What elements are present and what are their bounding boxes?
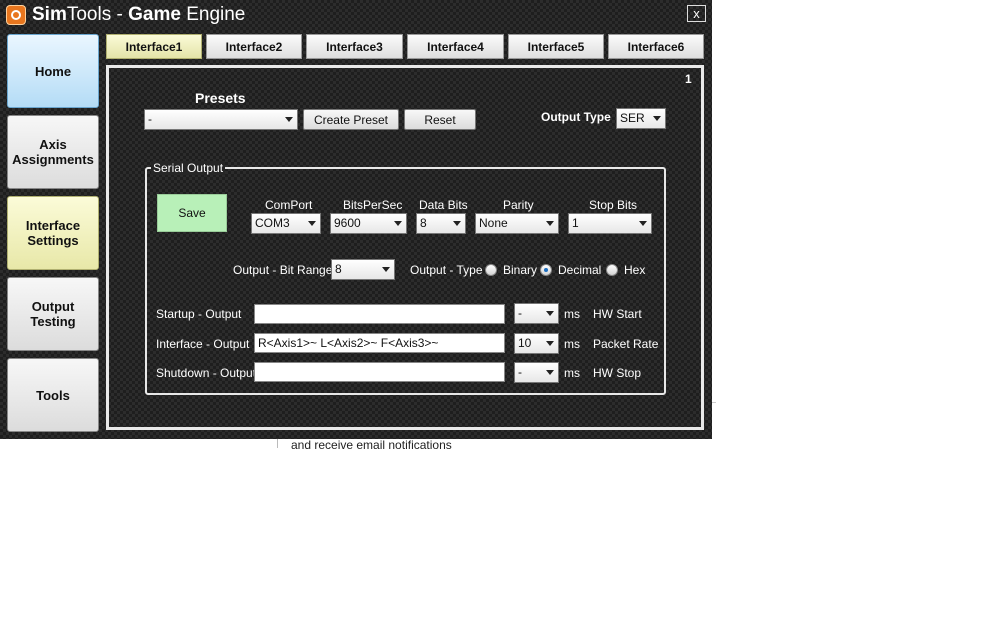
close-button[interactable]: x xyxy=(687,5,706,22)
chevron-down-icon xyxy=(546,370,554,375)
tab-interface6[interactable]: Interface6 xyxy=(608,34,704,59)
chevron-down-icon xyxy=(382,267,390,272)
bitspersec-label: BitsPerSec xyxy=(343,198,403,212)
hex-radio[interactable] xyxy=(606,264,618,276)
binary-radio-label: Binary xyxy=(503,263,538,277)
tab-interface1[interactable]: Interface1 xyxy=(106,34,202,59)
output-type-select[interactable]: SER xyxy=(616,108,666,129)
tab-interface3[interactable]: Interface3 xyxy=(306,34,403,59)
parity-select[interactable]: None xyxy=(475,213,559,234)
interface-ms-unit: ms xyxy=(564,337,580,351)
simtools-logo-icon xyxy=(6,5,26,25)
simtools-window: SimTools - Game Engine x Home Axis Assign… xyxy=(0,0,712,439)
interface-ms-select[interactable]: 10 xyxy=(514,333,559,354)
shutdown-output-label: Shutdown - Output xyxy=(156,366,257,380)
hex-radio-label: Hex xyxy=(624,263,646,277)
tab-interface5[interactable]: Interface5 xyxy=(508,34,604,59)
comport-select[interactable]: COM3 xyxy=(251,213,321,234)
packet-rate-label: Packet Rate xyxy=(593,337,659,351)
nav-tools-label: Tools xyxy=(36,387,70,403)
startup-ms-select[interactable]: - xyxy=(514,303,559,324)
nav-home-button[interactable]: Home xyxy=(7,34,99,108)
nav-home-label: Home xyxy=(34,63,72,79)
tab-interface2[interactable]: Interface2 xyxy=(206,34,302,59)
nav-interface-settings-label: Interface Settings xyxy=(25,218,81,248)
shutdown-ms-unit: ms xyxy=(564,366,580,380)
shutdown-ms-select[interactable]: - xyxy=(514,362,559,383)
data-bits-select[interactable]: 8 xyxy=(416,213,466,234)
reset-button[interactable]: Reset xyxy=(404,109,476,130)
chevron-down-icon xyxy=(453,221,461,226)
decimal-radio-label: Decimal xyxy=(558,263,602,277)
stop-bits-label: Stop Bits xyxy=(589,198,638,212)
app-title: SimTools - Game Engine xyxy=(32,4,246,25)
tab-interface4[interactable]: Interface4 xyxy=(407,34,504,59)
stop-bits-select[interactable]: 1 xyxy=(568,213,652,234)
interface-output-label: Interface - Output xyxy=(156,337,250,351)
hw-stop-label: HW Stop xyxy=(593,366,642,380)
data-bits-label: Data Bits xyxy=(419,198,468,212)
presets-label: Presets xyxy=(195,90,246,106)
hw-start-label: HW Start xyxy=(593,307,642,321)
presets-select[interactable]: - xyxy=(144,109,298,130)
interface-output-input[interactable]: R<Axis1>~ L<Axis2>~ F<Axis3>~ xyxy=(254,333,505,353)
chevron-down-icon xyxy=(639,221,647,226)
nav-axis-assignments-label: Axis Assignments xyxy=(12,137,94,167)
page-number: 1 xyxy=(685,72,692,86)
comport-label: ComPort xyxy=(265,198,313,212)
nav-output-testing-button[interactable]: Output Testing xyxy=(7,277,99,351)
output-type-radio-label: Output - Type xyxy=(410,263,483,277)
chevron-down-icon xyxy=(394,221,402,226)
chevron-down-icon xyxy=(546,221,554,226)
nav-output-testing-label: Output Testing xyxy=(30,299,76,329)
title-bar: SimTools - Game Engine x xyxy=(0,0,712,30)
chevron-down-icon xyxy=(546,341,554,346)
create-preset-button[interactable]: Create Preset xyxy=(303,109,399,130)
background-rule xyxy=(712,402,716,403)
bitspersec-select[interactable]: 9600 xyxy=(330,213,407,234)
decimal-radio[interactable] xyxy=(540,264,552,276)
chevron-down-icon xyxy=(653,116,661,121)
bit-range-select[interactable]: 8 xyxy=(331,259,395,280)
binary-radio[interactable] xyxy=(485,264,497,276)
nav-axis-assignments-button[interactable]: Axis Assignments xyxy=(7,115,99,189)
chevron-down-icon xyxy=(285,117,293,122)
startup-output-input[interactable] xyxy=(254,304,505,324)
startup-ms-unit: ms xyxy=(564,307,580,321)
parity-label: Parity xyxy=(503,198,534,212)
bit-range-label: Output - Bit Range xyxy=(233,263,333,277)
nav-tools-button[interactable]: Tools xyxy=(7,358,99,432)
chevron-down-icon xyxy=(308,221,316,226)
background-page-text: and receive email notifications xyxy=(291,438,452,452)
shutdown-output-input[interactable] xyxy=(254,362,505,382)
nav-interface-settings-button[interactable]: Interface Settings xyxy=(7,196,99,270)
save-button[interactable]: Save xyxy=(157,194,227,232)
chevron-down-icon xyxy=(546,311,554,316)
startup-output-label: Startup - Output xyxy=(156,307,242,321)
serial-output-title: Serial Output xyxy=(151,161,226,175)
output-type-label: Output Type xyxy=(541,110,611,124)
